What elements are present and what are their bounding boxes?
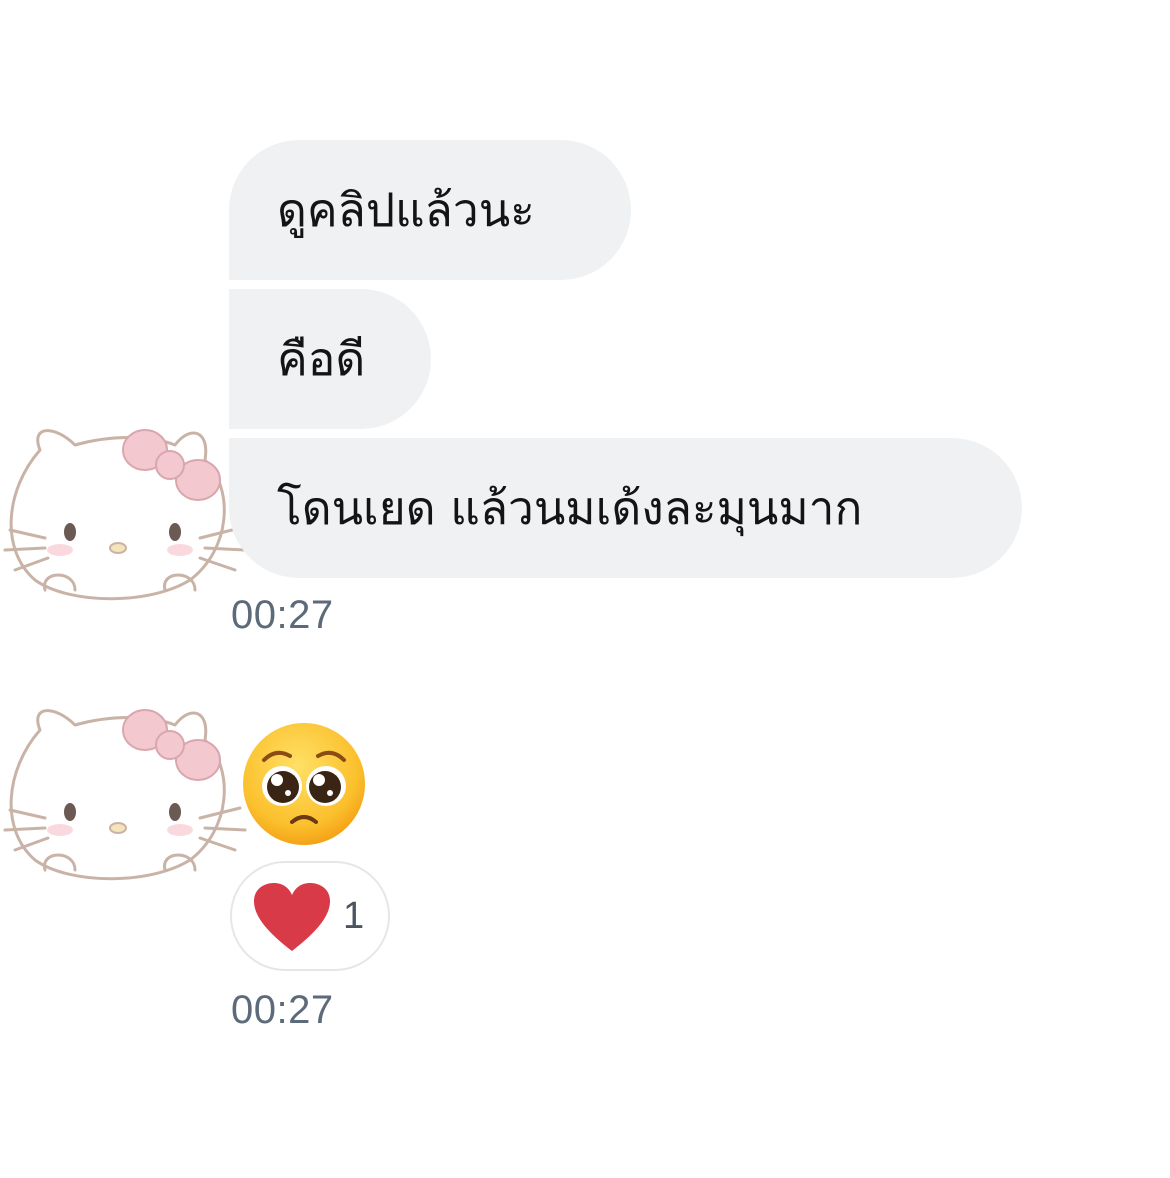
message-text: ดูคลิปแล้วนะ	[277, 183, 535, 237]
message-bubble[interactable]: คือดี	[229, 289, 431, 429]
message-bubble[interactable]: โดนเยด แล้วนมเด้งละมุนมาก	[229, 438, 1022, 578]
message-timestamp: 00:27	[231, 988, 334, 1032]
avatar[interactable]	[0, 420, 250, 610]
reaction-count: 1	[343, 895, 365, 937]
reaction-pill[interactable]	[230, 861, 390, 971]
avatar[interactable]	[0, 700, 250, 890]
heart-icon	[254, 883, 330, 951]
message-text: โดนเยด แล้วนมเด้งละมุนมาก	[277, 481, 863, 535]
message-text: คือดี	[277, 332, 366, 386]
message-timestamp: 00:27	[231, 593, 334, 637]
message-bubble[interactable]: ดูคลิปแล้วนะ	[229, 140, 631, 280]
pleading-face-emoji-icon[interactable]	[240, 720, 368, 848]
